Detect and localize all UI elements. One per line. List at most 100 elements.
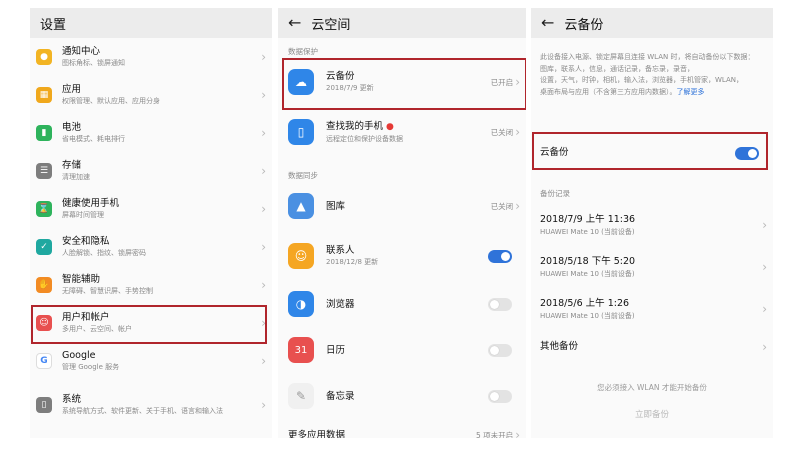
settings-item-google[interactable]: G Google 管理 Google 服务 › [30, 342, 272, 380]
item-title: 联系人 [326, 245, 355, 256]
settings-item-system[interactable]: ▯ 系统系统导航方式、软件更新、关于手机、语言和输入法 › [30, 382, 272, 428]
phone-system-icon: ▯ [36, 397, 52, 413]
chevron-right-icon: › [261, 354, 266, 368]
learn-more-link[interactable]: 了解更多 [677, 88, 705, 96]
wlan-hint: 您必须接入 WLAN 才能开始备份 [597, 383, 707, 392]
calendar-item[interactable]: 31 日历 [278, 330, 526, 370]
cloud-space-panel: ← 云空间 数据保护 ☁ 云备份 2018/7/9 更新 已开启 › ▯ 查找我的… [278, 8, 526, 438]
google-icon: G [36, 353, 52, 369]
status-text: 已关闭 [490, 127, 514, 137]
chevron-right-icon: › [762, 260, 767, 274]
backup-record-row[interactable]: 2018/5/18 下午 5:20 HUAWEI Mate 10 (当前设备) › [531, 248, 773, 286]
item-subtitle: 多用户、云空间、帐户 [62, 325, 132, 333]
item-subtitle: 省电模式、耗电排行 [62, 135, 125, 143]
settings-item-apps[interactable]: ▦ 应用 权限管理、默认应用、应用分身 › [30, 76, 272, 114]
find-my-phone-item[interactable]: ▯ 查找我的手机 ● 远程定位和保护设备数据 已关闭 › [278, 110, 526, 154]
chevron-right-icon: › [261, 316, 266, 330]
notes-sync-toggle[interactable] [488, 389, 512, 403]
item-subtitle: 无障碍、智慧识屏、手势控制 [62, 287, 153, 295]
calendar-sync-toggle[interactable] [488, 343, 512, 357]
item-title: 备忘录 [326, 390, 355, 402]
backup-record-row[interactable]: 2018/5/6 上午 1:26 HUAWEI Mate 10 (当前设备) › [531, 290, 773, 328]
settings-item-storage[interactable]: ☰ 存储 清理加速 › [30, 152, 272, 190]
item-subtitle: 清理加速 [62, 173, 90, 181]
settings-panel: 设置 ● 通知中心 图标角标、锁屏通知 › ▦ 应用 权限管理、默认应用、应用分身 … [30, 8, 272, 438]
settings-item-digital-balance[interactable]: ⌛ 健康使用手机 屏幕时间管理 › [30, 190, 272, 228]
back-arrow-icon[interactable]: ← [541, 15, 554, 31]
contacts-icon: ☺ [288, 243, 314, 269]
chevron-right-icon: › [762, 340, 767, 354]
item-title: 智能辅助 [62, 274, 101, 285]
chevron-right-icon: › [261, 398, 266, 412]
page-title: 云备份 [564, 17, 604, 33]
chevron-right-icon: › [261, 88, 266, 102]
item-title: 存储 [62, 160, 82, 171]
item-title: Google [62, 350, 96, 361]
user-icon: ☺ [36, 315, 52, 331]
record-device: HUAWEI Mate 10 (当前设备) [540, 269, 635, 278]
item-title: 电池 [62, 122, 82, 133]
browser-item[interactable]: ◑ 浏览器 [278, 284, 526, 324]
shield-icon: ✓ [36, 239, 52, 255]
notes-icon: ✎ [288, 383, 314, 409]
contacts-sync-toggle[interactable] [488, 249, 512, 263]
gallery-icon: ▲ [288, 193, 314, 219]
cloud-space-header: ← 云空间 [278, 8, 526, 38]
record-time: 2018/5/6 上午 1:26 [540, 297, 630, 309]
item-subtitle: 人脸解锁、指纹、锁屏密码 [62, 249, 146, 257]
chevron-right-icon: › [515, 125, 520, 139]
page-title: 设置 [40, 17, 67, 33]
item-subtitle: 图标角标、锁屏通知 [62, 59, 125, 67]
backup-now-button[interactable]: 立即备份 [531, 408, 773, 420]
cloud-backup-icon: ☁ [288, 69, 314, 95]
battery-icon: ▮ [36, 125, 52, 141]
find-phone-icon: ▯ [288, 119, 314, 145]
bell-icon: ● [36, 49, 52, 65]
item-title: 系统 [62, 394, 82, 405]
item-subtitle: 屏幕时间管理 [62, 211, 104, 219]
record-time: 2018/5/18 下午 5:20 [540, 255, 636, 267]
browser-sync-toggle[interactable] [488, 297, 512, 311]
section-header: 数据保护 [288, 47, 318, 56]
chevron-right-icon: › [762, 218, 767, 232]
settings-list: ● 通知中心 图标角标、锁屏通知 › ▦ 应用 权限管理、默认应用、应用分身 › ▮… [30, 38, 272, 438]
record-device: HUAWEI Mate 10 (当前设备) [540, 311, 635, 320]
apps-grid-icon: ▦ [36, 87, 52, 103]
page-title: 云空间 [311, 17, 351, 33]
record-device: HUAWEI Mate 10 (当前设备) [540, 227, 635, 236]
cloud-backup-panel: ← 云备份 此设备接入电源、锁定屏幕且连接 WLAN 时，将自动备份以下数据： … [531, 8, 773, 438]
item-title: 安全和隐私 [62, 236, 110, 247]
item-subtitle: 系统导航方式、软件更新、关于手机、语言和输入法 [62, 407, 223, 415]
settings-header: 设置 [30, 8, 272, 38]
cloud-backup-toggle[interactable] [735, 146, 759, 160]
record-time: 2018/7/9 上午 11:36 [540, 213, 636, 225]
status-text: 5 项未开启 [476, 430, 514, 439]
item-title: 用户和帐户 [62, 312, 110, 323]
gallery-item[interactable]: ▲ 图库 已关闭 › [278, 186, 526, 226]
contacts-item[interactable]: ☺ 联系人 2018/12/8 更新 [278, 234, 526, 278]
backup-record-row[interactable]: 2018/7/9 上午 11:36 HUAWEI Mate 10 (当前设备) › [531, 206, 773, 244]
back-arrow-icon[interactable]: ← [288, 15, 301, 31]
chevron-right-icon: › [515, 199, 520, 213]
cloud-space-list: 数据保护 ☁ 云备份 2018/7/9 更新 已开启 › ▯ 查找我的手机 ● 远程… [278, 38, 526, 438]
notes-item[interactable]: ✎ 备忘录 [278, 376, 526, 416]
chevron-right-icon: › [261, 240, 266, 254]
settings-item-battery[interactable]: ▮ 电池 省电模式、耗电排行 › [30, 114, 272, 152]
settings-item-security[interactable]: ✓ 安全和隐私人脸解锁、指纹、锁屏密码 › [30, 228, 272, 266]
hand-icon: ✋ [36, 277, 52, 293]
other-backups-item[interactable]: 其他备份 › [531, 332, 773, 362]
cloud-backup-toggle-row[interactable]: 云备份 [531, 136, 773, 170]
item-title: 云备份 [326, 71, 355, 82]
chevron-right-icon: › [515, 428, 520, 438]
chevron-right-icon: › [515, 75, 520, 89]
toggle-label: 云备份 [540, 147, 569, 158]
cloud-backup-content: 此设备接入电源、锁定屏幕且连接 WLAN 时，将自动备份以下数据： 图库，联系人… [531, 38, 773, 438]
settings-item-users-accounts[interactable]: ☺ 用户和帐户多用户、云空间、帐户 › [30, 304, 272, 342]
item-title: 更多应用数据 [288, 429, 346, 439]
red-dot-icon: ● [386, 121, 394, 132]
settings-item-smart-assist[interactable]: ✋ 智能辅助 无障碍、智慧识屏、手势控制 › [30, 266, 272, 304]
cloud-backup-item[interactable]: ☁ 云备份 2018/7/9 更新 已开启 › [278, 60, 526, 104]
more-app-data-item[interactable]: 更多应用数据 5 项未开启 › [278, 422, 526, 438]
settings-item-notifications[interactable]: ● 通知中心 图标角标、锁屏通知 › [30, 38, 272, 76]
item-title: 图库 [326, 200, 346, 212]
